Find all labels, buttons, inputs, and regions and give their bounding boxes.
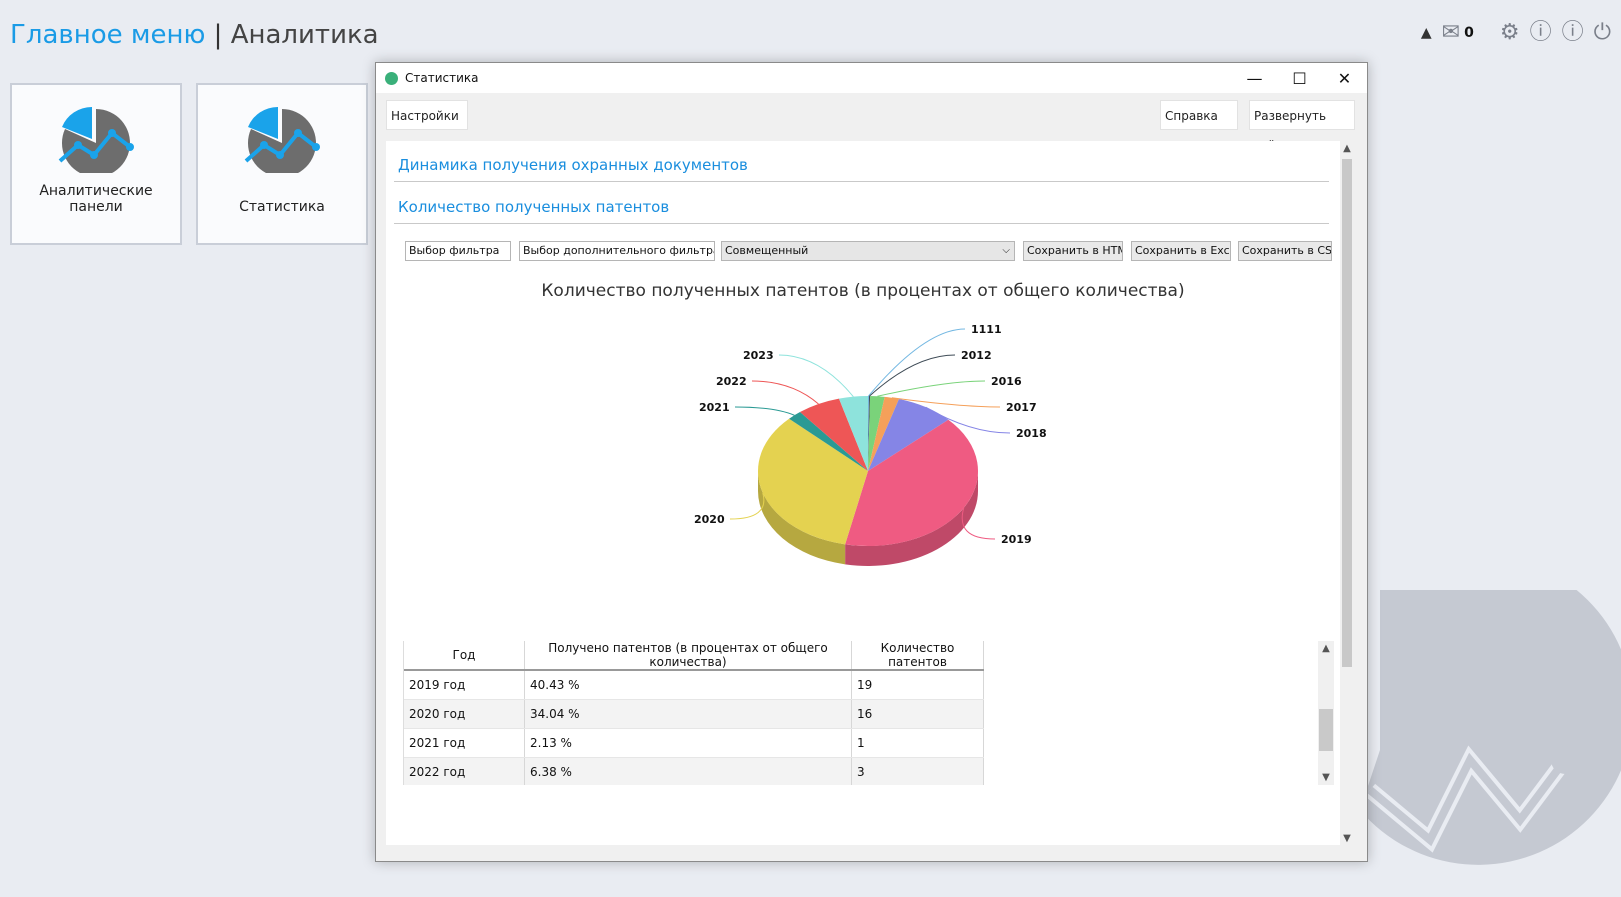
cell-year: 2021 год <box>404 728 525 758</box>
background-analytics-icon <box>1360 590 1621 865</box>
pie-leader-line-2016 <box>877 380 986 397</box>
table-row[interactable]: 2020 год 34.04 % 16 <box>404 699 984 729</box>
save-excel-button[interactable]: Сохранить в Excel <box>1131 241 1231 261</box>
breadcrumb-home-link[interactable]: Главное меню <box>10 20 205 50</box>
pie-leader-line-1111 <box>868 328 966 397</box>
save-csv-button[interactable]: Сохранить в CSV <box>1238 241 1332 261</box>
patents-table: Год Получено патентов (в процентах от об… <box>403 641 1334 785</box>
table-row[interactable]: 2021 год 2.13 % 1 <box>404 728 984 758</box>
chart-title: Количество полученных патентов (в процен… <box>541 281 1185 301</box>
scroll-up-icon[interactable]: ▲ <box>1318 643 1334 654</box>
table-row[interactable]: 2022 год 6.38 % 3 <box>404 757 984 785</box>
pie-chart: 1111 2012 2016 2017 2018 2019 2020 2021 2022 2023 <box>694 323 1047 566</box>
mail-count-badge: 0 <box>1464 25 1474 41</box>
pie-label-2021: 2021 <box>699 401 730 414</box>
cell-count: 3 <box>851 757 984 785</box>
pie-label-1111: 1111 <box>971 323 1002 336</box>
pie-leader-line-2012 <box>869 354 956 397</box>
breadcrumb-separator: | <box>213 20 223 50</box>
pie-label-2018: 2018 <box>1016 427 1047 440</box>
analytics-icon <box>244 106 320 177</box>
expand-all-button[interactable]: Развернуть всё <box>1249 100 1355 153</box>
tile-label: Аналитические панели <box>39 183 153 215</box>
content-scrollbar[interactable]: ▲ ▼ <box>1340 141 1354 846</box>
section-divider <box>394 223 1329 224</box>
mail-icon[interactable]: ✉ <box>1442 22 1460 44</box>
statistics-window: Статистика — ☐ ✕ Настройки Справка Разве… <box>375 62 1368 862</box>
pie-label-2017: 2017 <box>1006 401 1037 414</box>
close-icon[interactable]: ✕ <box>1322 63 1367 93</box>
power-icon[interactable]: ⏻ <box>1594 22 1611 44</box>
section-title-dynamics[interactable]: Динамика получения охранных документов <box>398 156 748 174</box>
pie-label-2022: 2022 <box>716 375 747 388</box>
section-divider <box>394 181 1329 182</box>
filter-button[interactable]: Выбор фильтра <box>405 241 511 261</box>
content-scroll-thumb[interactable] <box>1342 159 1352 667</box>
settings-button[interactable]: Настройки <box>386 100 468 130</box>
analytics-icon <box>58 106 134 177</box>
column-header-percent[interactable]: Получено патентов (в процентах от общего… <box>524 641 852 671</box>
cell-count: 1 <box>851 728 984 758</box>
table-scrollbar[interactable]: ▲ ▼ <box>1318 641 1334 785</box>
cell-year: 2020 год <box>404 699 525 729</box>
cell-count: 19 <box>851 670 984 700</box>
cell-year: 2019 год <box>404 670 525 700</box>
collapse-arrow-icon[interactable]: ▲ <box>1421 22 1432 44</box>
help-button[interactable]: Справка <box>1160 100 1238 130</box>
tile-analytic-panels[interactable]: Аналитические панели <box>10 83 182 245</box>
window-statusbar <box>376 845 1367 861</box>
window-toolbar: Настройки Справка Развернуть всё <box>376 93 1367 153</box>
pie-label-2020: 2020 <box>694 513 725 526</box>
window-title: Статистика <box>405 71 479 85</box>
pie-leader-line-2021 <box>734 406 795 416</box>
cell-percent: 34.04 % <box>524 699 852 729</box>
mode-select[interactable]: Совмещенный ⌵ <box>721 241 1015 261</box>
window-titlebar[interactable]: Статистика — ☐ ✕ <box>376 63 1367 93</box>
app-logo-icon <box>385 71 398 85</box>
breadcrumb: Главное меню | Аналитика <box>10 20 379 50</box>
breadcrumb-current: Аналитика <box>230 20 379 50</box>
tile-statistics[interactable]: Статистика <box>196 83 368 245</box>
pie-label-2023: 2023 <box>743 349 774 362</box>
maximize-icon[interactable]: ☐ <box>1277 63 1322 93</box>
pie-label-2019: 2019 <box>1001 533 1032 546</box>
pie-leader-line-2023 <box>778 354 854 397</box>
section-title-patents[interactable]: Количество полученных патентов <box>398 198 669 216</box>
table-row[interactable]: 2019 год 40.43 % 19 <box>404 670 984 700</box>
top-toolbar: ▲ ✉ 0 ⚙ ⓘ ⓘ ⏻ <box>1421 22 1611 44</box>
column-header-count[interactable]: Количество патентов <box>851 641 984 671</box>
cell-year: 2022 год <box>404 757 525 785</box>
help-icon[interactable]: ⓘ <box>1530 22 1552 44</box>
pie-label-2016: 2016 <box>991 375 1022 388</box>
tile-label: Статистика <box>239 199 325 215</box>
column-header-year[interactable]: Год <box>404 641 525 671</box>
gear-icon[interactable]: ⚙ <box>1500 22 1520 44</box>
pie-label-2012: 2012 <box>961 349 992 362</box>
scroll-down-icon[interactable]: ▼ <box>1340 833 1354 844</box>
scroll-down-icon[interactable]: ▼ <box>1318 772 1334 783</box>
save-html-button[interactable]: Сохранить в HTML <box>1023 241 1123 261</box>
info-icon[interactable]: ⓘ <box>1562 22 1584 44</box>
cell-percent: 6.38 % <box>524 757 852 785</box>
cell-count: 16 <box>851 699 984 729</box>
window-content: Динамика получения охранных документов К… <box>386 141 1354 846</box>
cell-percent: 40.43 % <box>524 670 852 700</box>
table-scroll-thumb[interactable] <box>1319 709 1333 751</box>
scroll-up-icon[interactable]: ▲ <box>1340 143 1354 154</box>
cell-percent: 2.13 % <box>524 728 852 758</box>
pie-leader-line-2022 <box>751 380 819 405</box>
minimize-icon[interactable]: — <box>1232 63 1277 93</box>
chevron-down-icon: ⌵ <box>1002 245 1010 256</box>
mode-select-value: Совмещенный <box>725 244 809 257</box>
extra-filter-button[interactable]: Выбор дополнительного фильтра <box>519 241 715 261</box>
